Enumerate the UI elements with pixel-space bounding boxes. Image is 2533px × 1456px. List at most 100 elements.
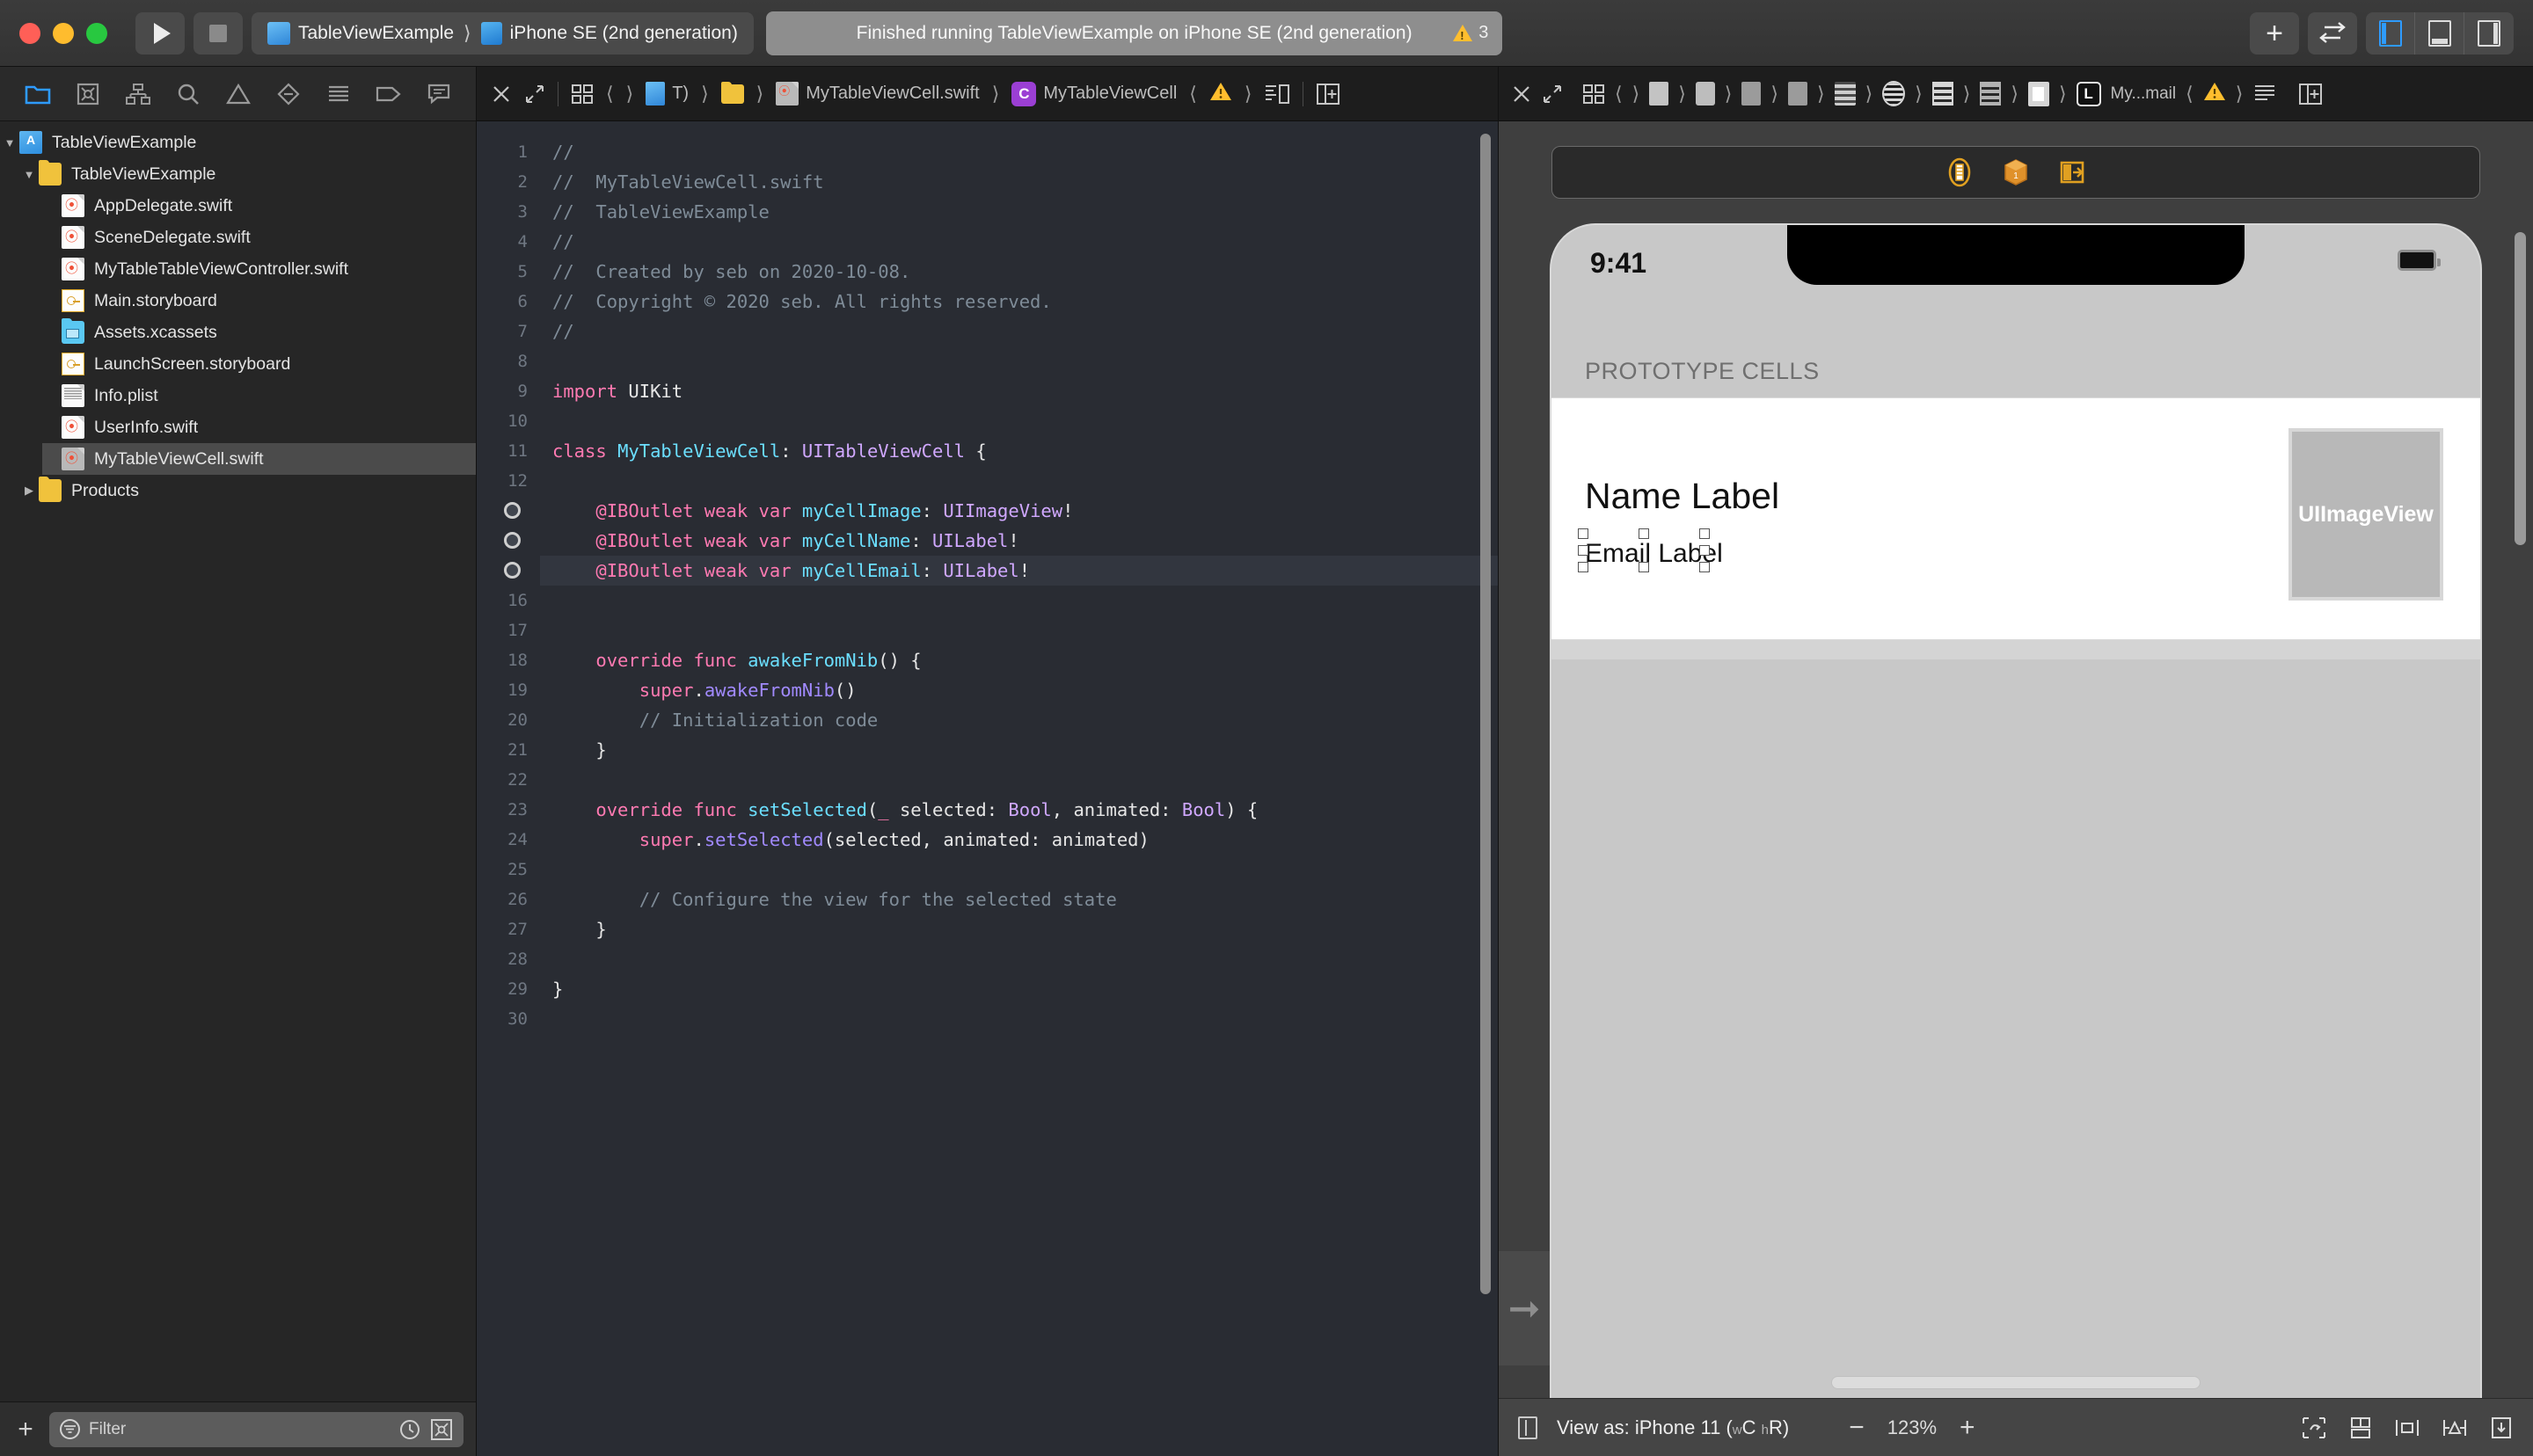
disclosure-triangle-icon[interactable]: ▼: [19, 168, 39, 181]
code-line[interactable]: // TableViewExample: [552, 197, 1498, 227]
align-icon[interactable]: [2394, 1416, 2420, 1440]
activity-status-bar[interactable]: Finished running TableViewExample on iPh…: [765, 11, 1503, 55]
issue-prev-button[interactable]: ⟨: [1189, 83, 1197, 106]
related-items-icon[interactable]: [571, 84, 594, 105]
tree-row-file[interactable]: ⦿ SceneDelegate.swift: [42, 222, 476, 253]
code-line[interactable]: }: [552, 735, 1498, 765]
code-line[interactable]: import UIKit: [552, 376, 1498, 406]
filter-input[interactable]: Filter: [49, 1411, 464, 1447]
assistant-swap-button[interactable]: [2308, 11, 2358, 55]
sidebar-item-breakpoint-navigator[interactable]: [363, 67, 413, 120]
resolve-issues-icon[interactable]: [2489, 1416, 2514, 1440]
code-line[interactable]: // Copyright © 2020 seb. All rights rese…: [552, 287, 1498, 317]
close-icon[interactable]: [1511, 84, 1532, 105]
tree-row-file[interactable]: Info.plist: [42, 380, 476, 411]
sidebar-item-source-control-navigator[interactable]: [62, 67, 113, 120]
sidebar-item-debug-navigator[interactable]: [313, 67, 363, 120]
sidebar-item-test-navigator[interactable]: [263, 67, 313, 120]
maximize-window-button[interactable]: [86, 22, 107, 44]
view-controller-icon[interactable]: [1882, 81, 1906, 106]
project-tree[interactable]: ▼ TableViewExample ▼ TableViewExample ⦿ …: [0, 121, 476, 1401]
tree-row-file[interactable]: ⦿ UserInfo.swift: [42, 411, 476, 443]
code-line[interactable]: // Initialization code: [552, 705, 1498, 735]
device-preview[interactable]: 9:41 PROTOTYPE CELLS Name Label Email La…: [1550, 223, 2482, 1398]
table-view-cell-icon[interactable]: [2027, 81, 2049, 106]
zoom-out-button[interactable]: −: [1849, 1414, 1865, 1441]
folder-icon[interactable]: [1695, 82, 1715, 106]
code-line[interactable]: [552, 855, 1498, 885]
code-line[interactable]: @IBOutlet weak var myCellImage: UIImageV…: [552, 496, 1498, 526]
code-line[interactable]: //: [552, 227, 1498, 257]
code-line[interactable]: override func setSelected(_ selected: Bo…: [552, 795, 1498, 825]
recent-clock-icon[interactable]: [398, 1418, 421, 1441]
code-line[interactable]: }: [552, 914, 1498, 944]
table-section-icon[interactable]: [1980, 82, 2002, 106]
tree-row-group[interactable]: ▶ Products: [19, 475, 476, 506]
expand-icon[interactable]: [524, 84, 545, 105]
issue-next-button[interactable]: ⟩: [2236, 83, 2244, 106]
update-frames-icon[interactable]: [2301, 1416, 2327, 1440]
sidebar-item-report-navigator[interactable]: [413, 67, 464, 120]
add-editor-icon[interactable]: [2298, 83, 2323, 106]
code-line[interactable]: [552, 586, 1498, 615]
document-outline-icon[interactable]: [2252, 84, 2279, 105]
related-items-icon[interactable]: [1582, 84, 1605, 105]
code-line[interactable]: [552, 944, 1498, 974]
tree-row-group[interactable]: ▼ TableViewExample: [19, 158, 476, 190]
name-label[interactable]: Name Label: [1585, 476, 1779, 517]
tree-row-file[interactable]: Main.storyboard: [42, 285, 476, 317]
issue-prev-button[interactable]: ⟨: [2186, 83, 2194, 106]
storyboard-file-icon[interactable]: [1741, 82, 1762, 106]
warning-triangle-icon[interactable]: [1209, 81, 1232, 107]
breadcrumb-symbol[interactable]: C MyTableViewCell: [1011, 81, 1177, 106]
close-icon[interactable]: [491, 84, 512, 105]
scheme-selector[interactable]: TableViewExample ⟩ iPhone SE (2nd genera…: [252, 11, 754, 55]
breadcrumb-project[interactable]: T): [646, 82, 689, 106]
tree-row-file[interactable]: LaunchScreen.storyboard: [42, 348, 476, 380]
add-file-button[interactable]: +: [12, 1416, 39, 1443]
breadcrumb-file[interactable]: ⦿ MyTableViewCell.swift: [776, 82, 980, 106]
tree-row-file[interactable]: ⦿ MyTableTableViewController.swift: [42, 253, 476, 285]
ib-outlet-connection-icon[interactable]: [504, 502, 521, 519]
expand-canvas-arrow[interactable]: ➞: [1499, 1251, 1550, 1365]
ib-outlet-connection-icon[interactable]: [504, 562, 521, 579]
ib-outlet-connection-icon[interactable]: [504, 532, 521, 549]
expand-icon[interactable]: [1542, 84, 1563, 105]
minimize-window-button[interactable]: [53, 22, 74, 44]
code-line[interactable]: // MyTableViewCell.swift: [552, 167, 1498, 197]
code-line[interactable]: [552, 1004, 1498, 1034]
table-view-icon[interactable]: [1931, 82, 1953, 106]
tree-row-file-selected[interactable]: ⦿ MyTableViewCell.swift: [42, 443, 476, 475]
canvas-vertical-scrollbar[interactable]: [2515, 232, 2526, 545]
source-control-filter-icon[interactable]: [430, 1418, 453, 1441]
code-line[interactable]: // Created by seb on 2020-10-08.: [552, 257, 1498, 287]
minimap-icon[interactable]: [1264, 83, 1290, 106]
code-line[interactable]: //: [552, 137, 1498, 167]
tree-row-file[interactable]: ⦿ AppDelegate.swift: [42, 190, 476, 222]
scene-icon[interactable]: [1787, 82, 1807, 106]
gutter-ib-marker[interactable]: 14: [477, 526, 540, 556]
code-line[interactable]: override func awakeFromNib() {: [552, 645, 1498, 675]
project-icon[interactable]: [1649, 82, 1669, 106]
sidebar-item-project-navigator[interactable]: [12, 67, 62, 120]
code-line[interactable]: [552, 765, 1498, 795]
table-view-controller-icon[interactable]: [1834, 82, 1856, 106]
code-line[interactable]: //: [552, 317, 1498, 346]
selection-handles[interactable]: [1578, 528, 1710, 572]
tree-row-project[interactable]: ▼ TableViewExample: [0, 127, 476, 158]
chevron-left-icon[interactable]: ⟨: [606, 83, 614, 106]
code-line[interactable]: [552, 615, 1498, 645]
status-warning-badge[interactable]: 3: [1453, 23, 1488, 43]
editor-scrollbar[interactable]: [1480, 134, 1491, 1294]
code-line[interactable]: @IBOutlet weak var myCellEmail: UILabel!: [540, 556, 1498, 586]
stop-button[interactable]: [193, 11, 243, 55]
view-as-label[interactable]: View as: iPhone 11 (wC hR): [1557, 1416, 1789, 1439]
toggle-navigator-button[interactable]: [2366, 11, 2416, 55]
storyboard-canvas[interactable]: 1 9:41 PROTOTYPE CELLS Name Label Email …: [1499, 121, 2533, 1398]
gutter-ib-marker[interactable]: 15: [477, 556, 540, 586]
chevron-left-icon[interactable]: ⟨: [1615, 83, 1623, 106]
sidebar-item-issue-navigator[interactable]: [213, 67, 263, 120]
sidebar-item-find-navigator[interactable]: [163, 67, 213, 120]
code-line[interactable]: super.setSelected(selected, animated: an…: [552, 825, 1498, 855]
prototype-cell[interactable]: Name Label Email Label UIImageView: [1551, 397, 2480, 640]
